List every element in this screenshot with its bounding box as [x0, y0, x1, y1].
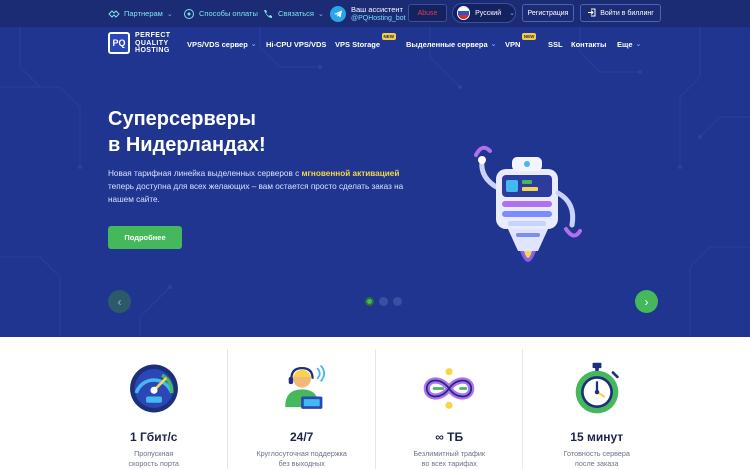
nav-item-vps-storage[interactable]: VPS Storage NEW	[335, 33, 397, 50]
hero-title-line: в Нидерландах!	[108, 134, 266, 156]
slider-prev-button[interactable]: ‹	[108, 290, 131, 313]
hero-desc-text: теперь доступна для всех желающих – вам …	[108, 182, 404, 204]
payment-methods-link[interactable]: Способы оплаты	[183, 0, 258, 27]
hero-desc-highlight: мгновенной активацией	[301, 169, 400, 178]
register-button[interactable]: Регистрация	[522, 4, 574, 22]
nav-item-contacts[interactable]: Контакты	[571, 38, 606, 50]
telegram-icon	[330, 5, 346, 22]
chevron-right-icon: ›	[644, 294, 649, 309]
russia-flag-icon	[457, 6, 471, 20]
language-selector[interactable]: Русский ⌄	[452, 3, 516, 23]
partners-link[interactable]: Партнерам ⌄	[108, 0, 173, 27]
features-row: 1 Гбит/с Пропускная скорость порта 24/7 …	[80, 349, 670, 469]
feature-value: 1 Гбит/с	[129, 430, 178, 444]
partners-label: Партнерам	[124, 9, 163, 18]
hero-title-line: Суперсерверы	[108, 108, 256, 130]
infinity-traffic-icon	[423, 368, 475, 409]
handshake-icon	[108, 8, 120, 20]
feature-caption: Круглосуточная поддержка без выходных	[256, 449, 347, 469]
site-logo[interactable]: PQ PERFECT QUALITY HOSTING	[108, 32, 170, 55]
feature-value: ∞ ТБ	[435, 430, 464, 444]
billing-login-button[interactable]: Войти в биллинг	[580, 4, 661, 22]
abuse-button[interactable]: Abuse	[408, 4, 447, 22]
feature-caption: Пропускная скорость порта	[129, 449, 179, 469]
chevron-down-icon: ⌄	[635, 41, 642, 48]
language-label: Русский	[475, 9, 502, 17]
nav-item-vps-vds[interactable]: VPS/VDS сервер ⌄	[187, 38, 257, 50]
login-icon	[587, 8, 596, 19]
main-navigation: PQ PERFECT QUALITY HOSTING VPS/VDS серве…	[0, 27, 750, 61]
feature-caption-line: во всех тарифах	[421, 459, 477, 468]
contact-label: Связаться	[278, 9, 314, 18]
support-operator-icon	[284, 364, 325, 409]
feature-caption-line: после заказа	[575, 459, 619, 468]
new-badge: NEW	[521, 33, 537, 40]
stopwatch-icon	[575, 362, 619, 414]
feature-caption: Готовность сервера после заказа	[564, 449, 630, 469]
feature-caption: Безлимитный трафик во всех тарифах	[413, 449, 485, 469]
nav-item-label: VPS Storage	[335, 39, 381, 49]
nav-item-more[interactable]: Еще ⌄	[617, 38, 641, 50]
hero-title: Суперсерверы в Нидерландах!	[108, 106, 266, 158]
nav-item-ssl[interactable]: SSL	[548, 38, 563, 50]
nav-item-label: Hi-CPU VPS/VDS	[266, 39, 327, 49]
feature-caption-line: скорость порта	[128, 459, 179, 468]
speedometer-icon	[129, 364, 178, 413]
telegram-assistant-link[interactable]: Ваш ассистент @PQHosting_bot	[330, 3, 406, 24]
feature-value: 15 минут	[570, 430, 624, 444]
chevron-down-icon: ⌄	[509, 10, 515, 17]
logo-text-line: HOSTING	[135, 47, 170, 54]
chevron-down-icon: ⌄	[250, 41, 257, 48]
chevron-down-icon: ⌄	[317, 10, 324, 18]
feature-card: ∞ ТБ Безлимитный трафик во всех тарифах	[374, 349, 523, 469]
nav-item-hi-cpu[interactable]: Hi-CPU VPS/VDS	[266, 38, 326, 50]
nav-item-dedicated[interactable]: Выделенные сервера ⌄	[406, 38, 497, 50]
feature-caption-line: Пропускная	[134, 449, 174, 458]
more-button[interactable]: Подробнее	[108, 226, 182, 249]
slider-dot[interactable]	[379, 297, 388, 306]
slider-dot[interactable]	[365, 297, 374, 306]
nav-item-label: VPN	[505, 39, 521, 49]
logo-mark: PQ	[108, 32, 130, 55]
chevron-down-icon: ⌄	[490, 41, 497, 48]
feature-value: 24/7	[290, 430, 314, 444]
logo-text-line: PERFECT	[135, 32, 171, 39]
assistant-handle: @PQHosting_bot	[351, 14, 406, 22]
slider-dots	[365, 297, 402, 306]
top-utility-bar: Партнерам ⌄ Способы оплаты Связаться ⌄ В…	[0, 0, 750, 27]
feature-card: 1 Гбит/с Пропускная скорость порта	[80, 349, 227, 469]
nav-item-label: VPS/VDS сервер	[187, 39, 248, 49]
feature-caption-line: без выходных	[278, 459, 325, 468]
feature-caption-line: Круглосуточная поддержка	[256, 449, 347, 458]
new-badge: NEW	[381, 33, 397, 40]
wallet-icon	[183, 8, 195, 20]
nav-item-label: Еще	[617, 39, 633, 49]
hero-banner: PQ PERFECT QUALITY HOSTING VPS/VDS серве…	[0, 27, 750, 337]
feature-card: 15 минут Готовность сервера после заказа	[522, 349, 670, 469]
chevron-down-icon: ⌄	[166, 10, 173, 18]
billing-login-label: Войти в биллинг	[600, 9, 654, 17]
feature-card: 24/7 Круглосуточная поддержка без выходн…	[227, 349, 375, 469]
nav-item-label: SSL	[548, 39, 563, 49]
hero-description: Новая тарифная линейка выделенных сервер…	[108, 167, 408, 206]
contact-link[interactable]: Связаться ⌄	[262, 0, 324, 27]
slider-next-button[interactable]: ›	[635, 290, 658, 313]
robot-illustration	[474, 145, 582, 262]
logo-text-line: QUALITY	[135, 39, 169, 47]
chevron-left-icon: ‹	[117, 294, 122, 309]
slider-dot[interactable]	[393, 297, 402, 306]
feature-caption-line: Готовность сервера	[563, 449, 630, 458]
nav-item-label: Выделенные сервера	[406, 39, 488, 49]
nav-item-label: Контакты	[571, 39, 607, 49]
assistant-title: Ваш ассистент	[351, 4, 403, 14]
nav-item-vpn[interactable]: VPN NEW	[505, 33, 537, 50]
payment-methods-label: Способы оплаты	[199, 9, 258, 18]
phone-icon	[262, 8, 274, 20]
hero-desc-text: Новая тарифная линейка выделенных сервер…	[108, 169, 302, 178]
feature-caption-line: Безлимитный трафик	[413, 449, 486, 458]
